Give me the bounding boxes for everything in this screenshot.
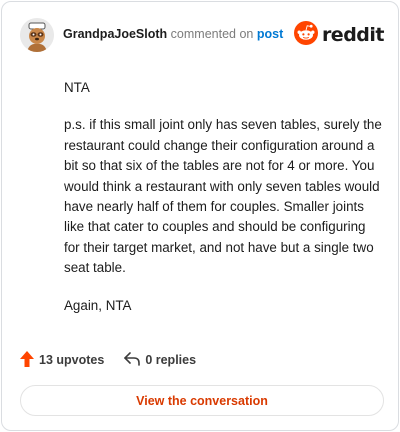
username-link[interactable]: GrandpaJoeSloth <box>63 27 167 41</box>
upvote-arrow-icon <box>20 350 39 370</box>
view-conversation-button[interactable]: View the conversation <box>20 385 384 416</box>
comment-paragraph: Again, NTA <box>64 297 132 313</box>
sloth-avatar-icon[interactable] <box>20 18 54 52</box>
comment-footer: 13 upvotes 0 replies <box>20 349 216 371</box>
upvotes-stat[interactable]: 13 upvotes <box>20 350 105 370</box>
comment-body: NTA p.s. if this small joint only has se… <box>64 78 384 333</box>
replies-stat[interactable]: 0 replies <box>124 351 197 369</box>
upvotes-count: 13 upvotes <box>39 353 105 367</box>
replies-count: 0 replies <box>145 353 197 367</box>
embedded-comment-card: GrandpaJoeSloth commented on post reddit <box>1 1 399 431</box>
comment-paragraph: p.s. if this small joint only has seven … <box>64 117 382 276</box>
reddit-brand[interactable]: reddit <box>293 20 385 50</box>
comment-paragraph: NTA <box>64 80 90 95</box>
comment-header: GrandpaJoeSloth commented on post reddit <box>20 18 385 52</box>
byline-action-text: commented on <box>170 27 254 41</box>
reddit-logo-icon <box>293 20 318 50</box>
reddit-wordmark: reddit <box>321 24 385 46</box>
comment-byline: GrandpaJoeSloth commented on post <box>63 27 283 41</box>
post-link[interactable]: post <box>257 27 283 41</box>
reply-arrow-icon <box>124 351 145 369</box>
